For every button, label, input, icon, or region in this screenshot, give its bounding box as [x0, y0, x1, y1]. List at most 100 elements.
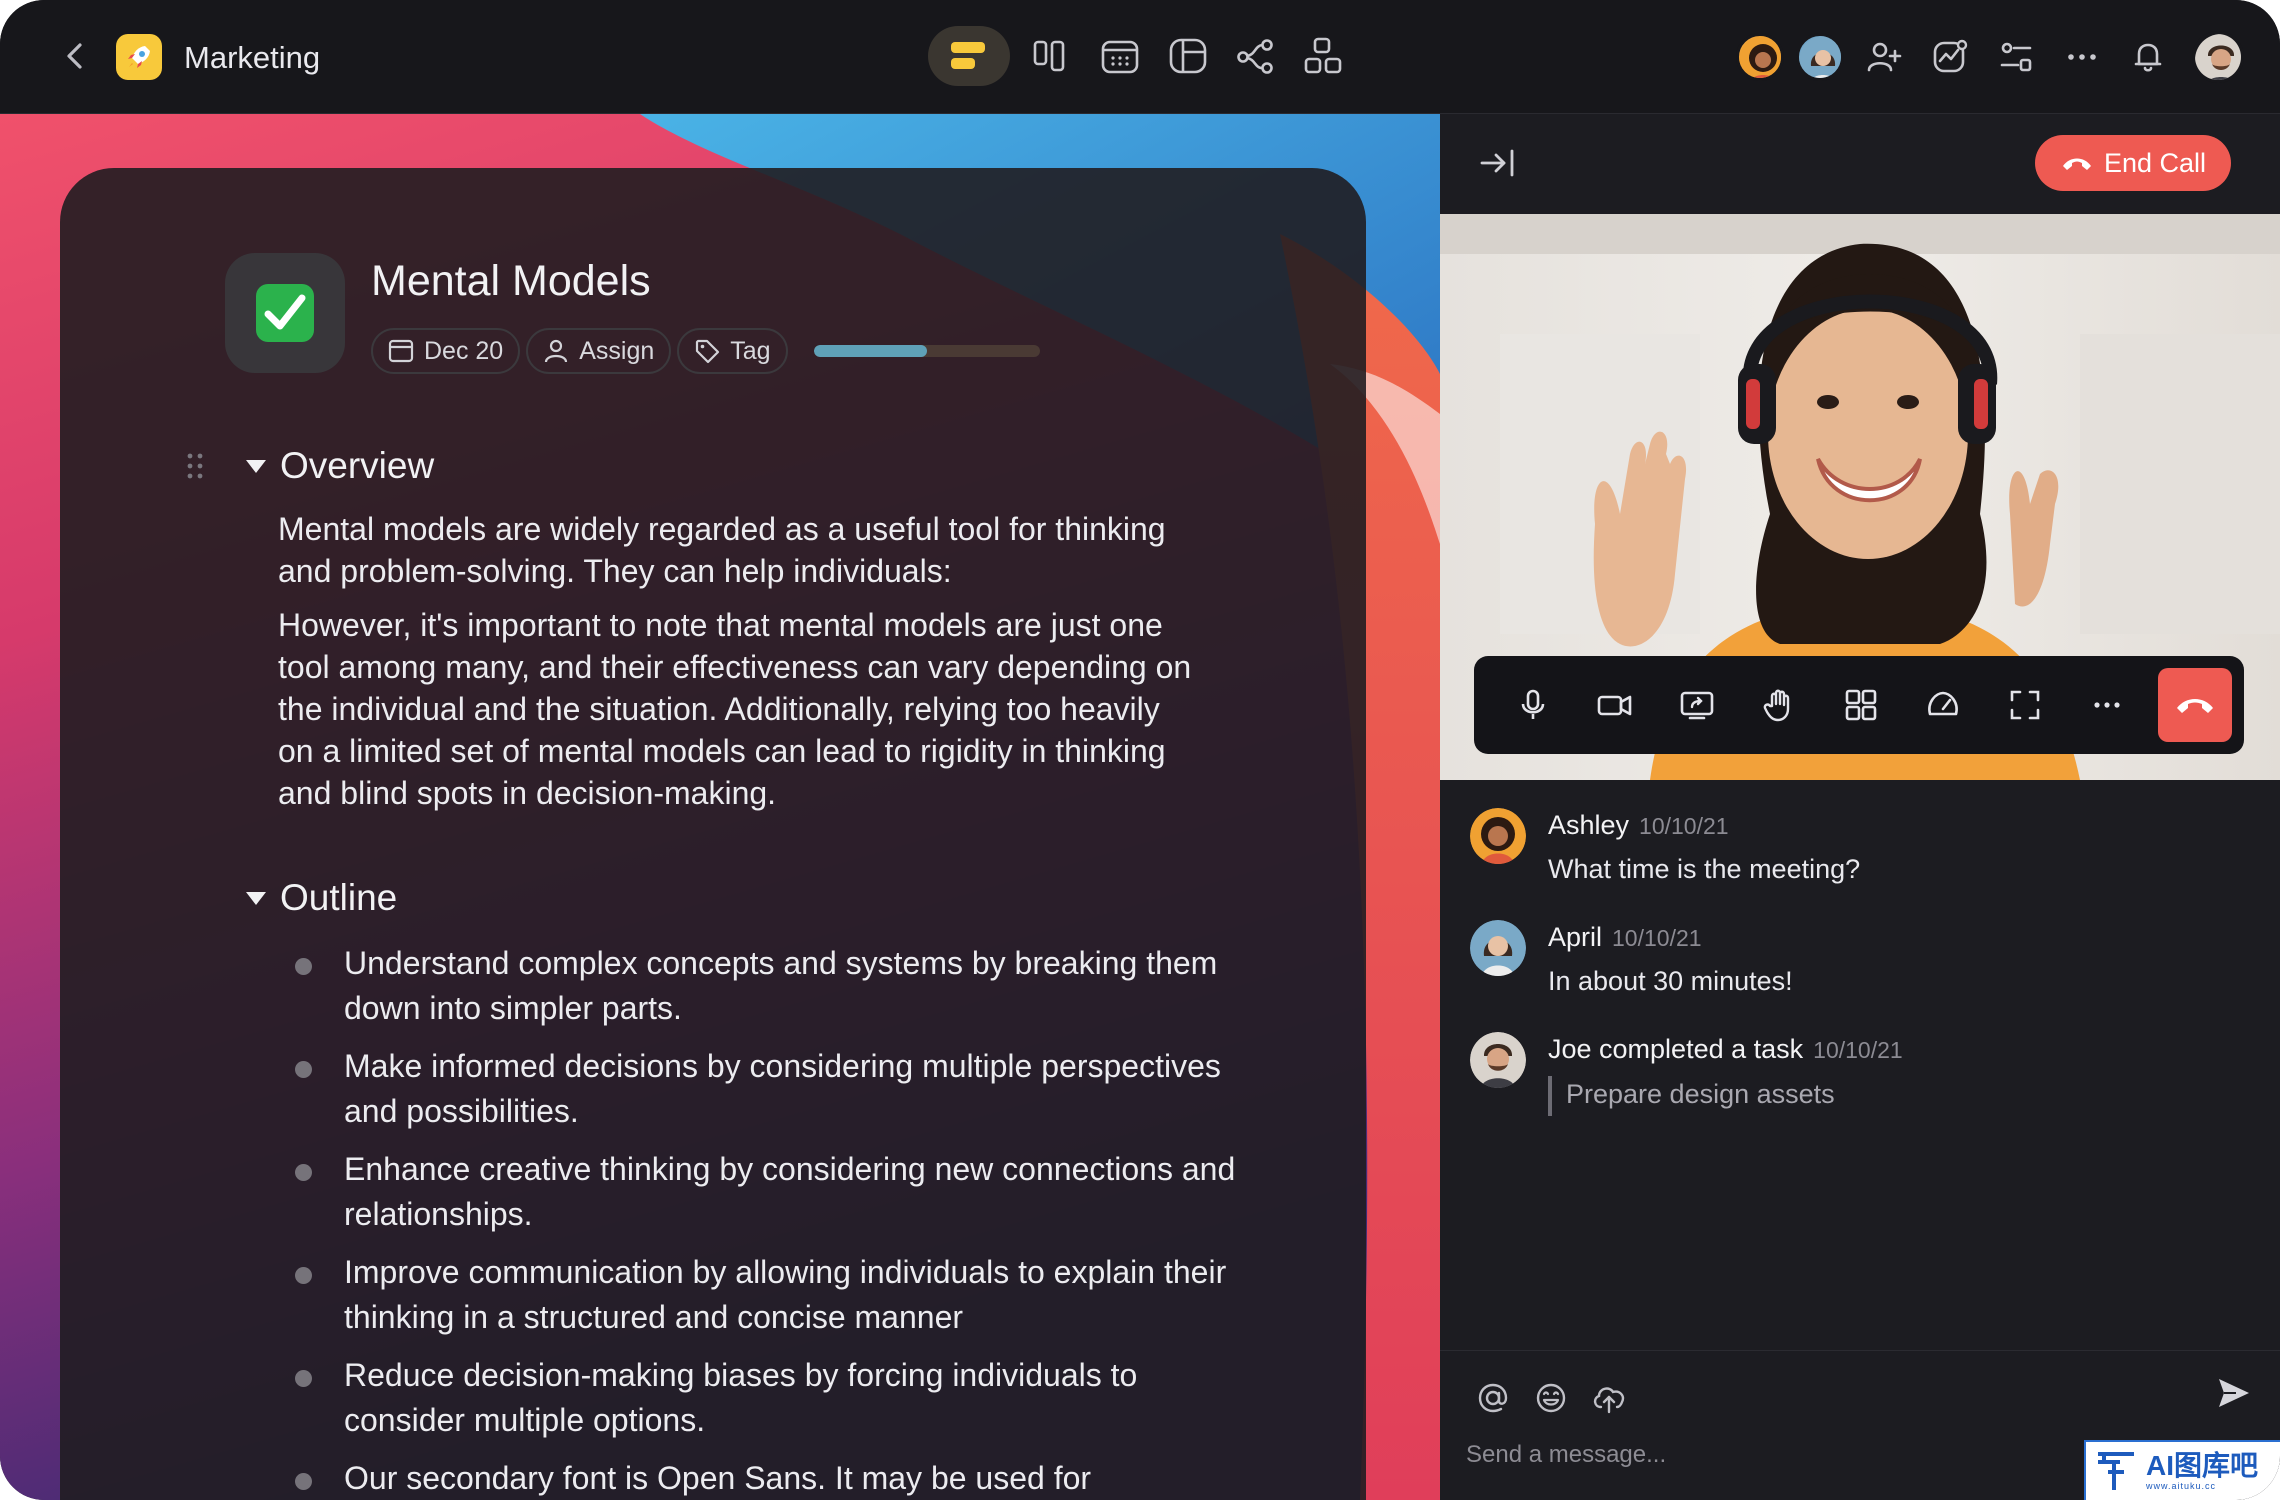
- completed-task-link[interactable]: Prepare design assets: [1548, 1076, 1835, 1116]
- hang-up-icon: [2062, 158, 2091, 170]
- activity-button[interactable]: [1924, 31, 1976, 83]
- document-title[interactable]: Mental Models: [371, 256, 651, 306]
- camera-icon: [1597, 695, 1632, 716]
- watermark-logo-icon: [2098, 1452, 2134, 1490]
- more-button[interactable]: [2056, 31, 2108, 83]
- collapse-triangle-icon[interactable]: [246, 459, 266, 473]
- table-view-icon: [1169, 38, 1207, 74]
- due-date-label: Dec 20: [424, 336, 504, 365]
- raise-hand-button[interactable]: [1738, 664, 1820, 746]
- document-icon[interactable]: [225, 253, 345, 373]
- user-icon: [545, 339, 568, 363]
- progress-bar: [813, 345, 1040, 357]
- message-author[interactable]: April: [1548, 922, 1602, 952]
- fullscreen-button[interactable]: [1984, 664, 2066, 746]
- top-bar: Marketing: [0, 0, 2280, 114]
- call-panel: End Call Ashley 10/10/21 What time is th…: [1440, 114, 2280, 1500]
- message-text: In about 30 minutes!: [1548, 966, 1793, 996]
- avatar[interactable]: [1736, 33, 1784, 81]
- hang-up-icon: [2177, 699, 2213, 713]
- list-item: Improve communication by allowing indivi…: [236, 1250, 1236, 1340]
- progress-bar-fill: [813, 345, 927, 357]
- notifications-button[interactable]: [2122, 31, 2174, 83]
- connection-quality-button[interactable]: [1902, 664, 1984, 746]
- message-time: 10/10/21: [1612, 925, 1702, 951]
- assign-chip[interactable]: Assign: [526, 328, 672, 374]
- screen-share-icon: [1680, 691, 1714, 720]
- emoji-button[interactable]: [1522, 1373, 1580, 1423]
- bullet-icon: [295, 958, 312, 975]
- send-button[interactable]: [2216, 1375, 2252, 1416]
- user-avatar-icon: [2195, 34, 2241, 80]
- more-icon: [2068, 54, 2096, 60]
- tag-chip[interactable]: Tag: [677, 328, 788, 374]
- upload-button[interactable]: [1580, 1373, 1638, 1423]
- message-time: 10/10/21: [1813, 1037, 1903, 1063]
- document-properties: Dec 20 Assign Tag: [371, 328, 1040, 374]
- watermark: AI图库吧 www.aituku.cc: [2084, 1440, 2280, 1500]
- hierarchy-view-button[interactable]: [1296, 28, 1352, 84]
- message-author[interactable]: Ashley: [1548, 810, 1629, 840]
- composer-tools: [1464, 1373, 1638, 1423]
- collapse-right-icon: [1480, 149, 1514, 177]
- tag-label: Tag: [730, 336, 771, 365]
- drag-handle-icon: [187, 453, 203, 479]
- list-item: Our secondary font is Open Sans. It may …: [236, 1456, 1236, 1500]
- list-item: Make informed decisions by considering m…: [236, 1044, 1236, 1134]
- mention-icon: [1478, 1383, 1508, 1413]
- hierarchy-view-icon: [1304, 37, 1342, 74]
- avatar[interactable]: [1470, 1032, 1526, 1088]
- outline-heading-text: Outline: [280, 877, 398, 918]
- outline-heading[interactable]: Outline: [246, 876, 397, 920]
- app-icon[interactable]: [116, 34, 162, 80]
- list-item: Understand complex concepts and systems …: [236, 941, 1236, 1031]
- back-button[interactable]: [56, 36, 96, 76]
- overview-paragraph-2: However, it's important to note that men…: [278, 607, 1192, 811]
- more-icon: [2094, 702, 2120, 708]
- columns-view-button[interactable]: [1024, 28, 1080, 84]
- overview-paragraph-1: Mental models are widely regarded as a u…: [278, 511, 1166, 589]
- user-avatar-icon: [1470, 1032, 1526, 1088]
- watermark-text-group: AI图库吧 www.aituku.cc: [2138, 1451, 2258, 1492]
- calendar-view-button[interactable]: [1092, 28, 1148, 84]
- user-avatar-icon: [1470, 920, 1526, 976]
- top-bar-actions: [1736, 30, 2244, 84]
- drag-handle[interactable]: [186, 452, 204, 487]
- hang-up-button[interactable]: [2158, 668, 2232, 742]
- list-item: Reduce decision-making biases by forcing…: [236, 1353, 1236, 1443]
- camera-button[interactable]: [1574, 664, 1656, 746]
- overview-heading[interactable]: Overview: [246, 444, 434, 488]
- current-user-avatar[interactable]: [2192, 31, 2244, 83]
- bullet-icon: [295, 1473, 312, 1490]
- send-icon: [2219, 1379, 2249, 1407]
- chevron-left-icon: [67, 43, 82, 69]
- board-view-icon: [951, 42, 985, 69]
- mention-button[interactable]: [1464, 1373, 1522, 1423]
- collapse-panel-button[interactable]: [1478, 146, 1518, 185]
- mindmap-view-button[interactable]: [1228, 28, 1284, 84]
- due-date-chip[interactable]: Dec 20: [371, 328, 521, 374]
- avatar[interactable]: [1470, 808, 1526, 864]
- list-item: Enhance creative thinking by considering…: [236, 1147, 1236, 1237]
- overview-heading-text: Overview: [280, 445, 435, 486]
- mindmap-view-icon: [1237, 39, 1273, 74]
- end-call-button[interactable]: End Call: [2035, 135, 2231, 191]
- call-more-button[interactable]: [2066, 664, 2148, 746]
- microphone-button[interactable]: [1492, 664, 1574, 746]
- message-input[interactable]: Send a message...: [1466, 1441, 1666, 1469]
- board-view-button[interactable]: [928, 26, 1010, 86]
- call-controls: [1474, 656, 2244, 754]
- table-view-button[interactable]: [1160, 28, 1216, 84]
- add-member-button[interactable]: [1858, 31, 1910, 83]
- columns-view-icon: [1033, 40, 1065, 72]
- collapse-triangle-icon[interactable]: [246, 891, 266, 905]
- screen-share-button[interactable]: [1656, 664, 1738, 746]
- grid-layout-button[interactable]: [1820, 664, 1902, 746]
- list-item-text: Reduce decision-making biases by forcing…: [344, 1357, 1138, 1438]
- avatar[interactable]: [1796, 33, 1844, 81]
- add-member-icon: [1867, 42, 1902, 72]
- filter-settings-button[interactable]: [1990, 31, 2042, 83]
- activity-icon: [1933, 39, 1968, 73]
- raise-hand-icon: [1763, 689, 1790, 722]
- avatar[interactable]: [1470, 920, 1526, 976]
